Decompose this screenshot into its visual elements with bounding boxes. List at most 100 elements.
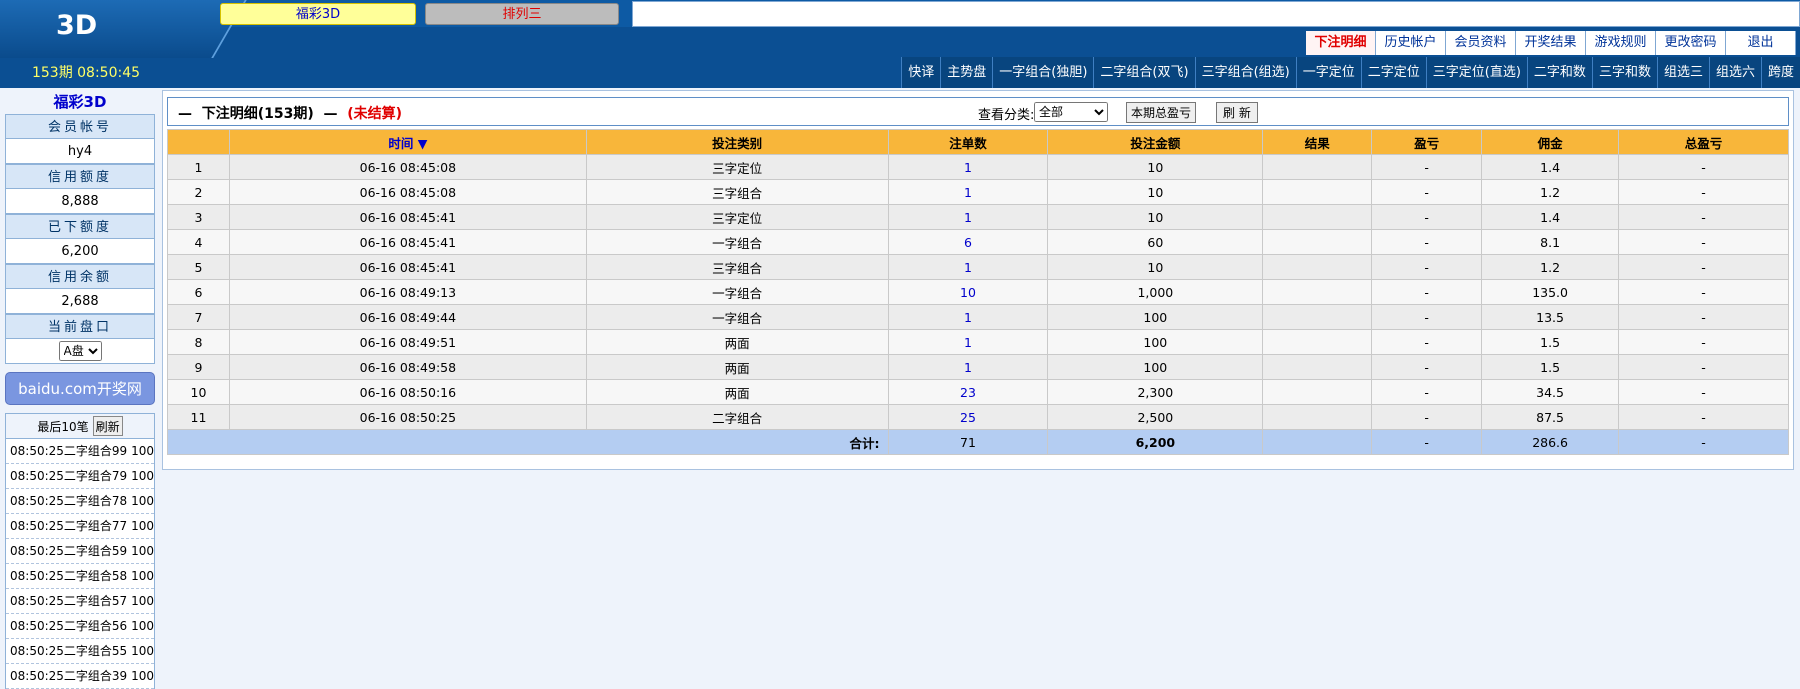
cell-pl: - (1371, 404, 1483, 430)
cell-result (1262, 404, 1373, 430)
cell-amount: 10 (1047, 154, 1264, 180)
cell-type: 三字定位 (585, 154, 889, 180)
cell-total: - (1618, 354, 1789, 380)
recent-bet-row: 08:50:25 二字组合79 100 (6, 464, 154, 489)
credit-balance-value: 2,688 (5, 289, 155, 314)
cell-result (1262, 304, 1373, 330)
game-menu-item[interactable]: 二字组合(双飞) (1093, 57, 1195, 88)
game-menu: 快译 主势盘 一字组合(独胆) 二字组合(双飞) 三字组合(组选) 一字定位 二字定位 三字定… (901, 57, 1800, 88)
game-menu-item[interactable]: 三字定位(直选) (1425, 57, 1527, 88)
recent-bet-name: 二字组合39 (63, 669, 128, 683)
market-select-cell: A盘 (5, 339, 155, 364)
game-menu-item[interactable]: 组选六 (1708, 57, 1761, 88)
recent-bet-name: 二字组合77 (63, 519, 128, 533)
credit-limit-value: 8,888 (5, 189, 155, 214)
recent-bet-time: 08:50:25 (10, 644, 64, 658)
sidebar: 福彩3D 会员帐号 hy4 信用额度 8,888 已下额度 6,200 信用余额… (5, 90, 155, 689)
game-menu-item[interactable]: 一字组合(独胆) (992, 57, 1094, 88)
cell-result (1262, 229, 1373, 255)
cell-time: 06-16 08:45:41 (228, 204, 587, 230)
cell-type: 一字组合 (585, 279, 889, 305)
col-pl-header: 盈亏 (1371, 129, 1483, 155)
recent-bets-panel: 最后10笔 刷新 08:50:25 二字组合99 100 08:50:25 二字组合79… (5, 413, 155, 689)
cell-result (1262, 279, 1373, 305)
menu-game-rules[interactable]: 游戏规则 (1586, 31, 1656, 55)
game-tab-pl3[interactable]: 排列三 (425, 3, 619, 25)
menu-draw-results[interactable]: 开奖结果 (1516, 31, 1586, 55)
baidu-link-button[interactable]: baidu.com开奖网 (5, 372, 155, 405)
recent-bet-name: 二字组合57 (63, 594, 128, 608)
recent-bet-time: 08:50:25 (10, 669, 64, 683)
cell-no: 6 (167, 279, 230, 305)
totals-pl: - (1371, 429, 1483, 455)
cell-result (1262, 329, 1373, 355)
cell-type: 三字组合 (585, 254, 889, 280)
cell-count: 6 (887, 229, 1049, 255)
game-menu-item[interactable]: 三字和数 (1591, 57, 1657, 88)
game-menu-item[interactable]: 三字组合(组选) (1194, 57, 1296, 88)
menu-logout[interactable]: 退出 (1726, 31, 1796, 55)
cell-commission: 1.2 (1481, 179, 1620, 205)
game-menu-item[interactable]: 一字定位 (1295, 57, 1361, 88)
totals-label: 合计: (167, 429, 889, 455)
recent-bet-name: 二字组合78 (63, 494, 128, 508)
cell-total: - (1618, 404, 1789, 430)
cell-no: 3 (167, 204, 230, 230)
cell-commission: 34.5 (1481, 379, 1620, 405)
recent-refresh-button[interactable]: 刷新 (92, 416, 123, 436)
cell-commission: 1.2 (1481, 254, 1620, 280)
cell-amount: 10 (1047, 204, 1264, 230)
cell-type: 二字组合 (585, 404, 889, 430)
cell-type: 两面 (585, 329, 889, 355)
game-menu-item[interactable]: 主势盘 (940, 57, 993, 88)
filter-label: 查看分类: (978, 108, 1035, 123)
game-tab-fc3d[interactable]: 福彩3D (220, 3, 416, 25)
cell-type: 三字定位 (585, 204, 889, 230)
cell-commission: 1.5 (1481, 354, 1620, 380)
title-dash-left: — (178, 106, 192, 122)
game-menu-item[interactable]: 快译 (901, 57, 941, 88)
account-label: 会员帐号 (5, 114, 155, 139)
game-menu-item[interactable]: 组选三 (1656, 57, 1709, 88)
cell-commission: 8.1 (1481, 229, 1620, 255)
cell-amount: 2,300 (1047, 379, 1264, 405)
sidebar-title: 福彩3D (53, 93, 107, 111)
table-row: 11 06-16 08:50:25 二字组合 25 2,500 -87.5- (167, 404, 1789, 430)
bets-table: 时间 ▼ 投注类别 注单数 投注金额 结果 盈亏 佣金 总盈亏 1 06-16 08:45:08… (167, 129, 1789, 455)
cell-result (1262, 204, 1373, 230)
game-menu-item[interactable]: 跨度 (1760, 57, 1800, 88)
refresh-button[interactable]: 刷 新 (1216, 102, 1258, 123)
cell-count: 10 (887, 279, 1049, 305)
table-body: 1 06-16 08:45:08 三字定位 1 10-1.4-2 06-16 08:45:… (167, 154, 1789, 430)
recent-bet-amount: 100 (131, 619, 154, 633)
game-menu-item[interactable]: 二字定位 (1360, 57, 1426, 88)
recent-bet-amount: 100 (131, 569, 154, 583)
recent-bet-time: 08:50:25 (10, 444, 64, 458)
cell-count: 1 (887, 329, 1049, 355)
col-time-header[interactable]: 时间 ▼ (228, 129, 587, 155)
menu-history[interactable]: 历史帐户 (1376, 31, 1446, 55)
period-total-pl-button[interactable]: 本期总盈亏 (1126, 102, 1197, 123)
recent-bets-title: 最后10笔 (37, 419, 89, 434)
recent-bet-time: 08:50:25 (10, 544, 64, 558)
market-select[interactable]: A盘 (58, 341, 102, 361)
totals-total-pl: - (1618, 429, 1789, 455)
cell-count: 1 (887, 354, 1049, 380)
cell-time: 06-16 08:50:25 (228, 404, 587, 430)
game-menu-item[interactable]: 二字和数 (1526, 57, 1592, 88)
cell-total: - (1618, 379, 1789, 405)
cell-time: 06-16 08:50:16 (228, 379, 587, 405)
category-filter-select[interactable]: 全部 (1034, 102, 1108, 122)
cell-count: 1 (887, 154, 1049, 180)
table-row: 5 06-16 08:45:41 三字组合 1 10 -1.2- (167, 254, 1789, 280)
cell-result (1262, 379, 1373, 405)
logo: 3D (56, 10, 98, 41)
cell-result (1262, 254, 1373, 280)
cell-type: 一字组合 (585, 304, 889, 330)
menu-bet-details[interactable]: 下注明细 (1306, 31, 1376, 55)
menu-member-info[interactable]: 会员资料 (1446, 31, 1516, 55)
cell-pl: - (1371, 304, 1483, 330)
menu-change-password[interactable]: 更改密码 (1656, 31, 1726, 55)
cell-amount: 10 (1047, 254, 1264, 280)
cell-count: 1 (887, 254, 1049, 280)
